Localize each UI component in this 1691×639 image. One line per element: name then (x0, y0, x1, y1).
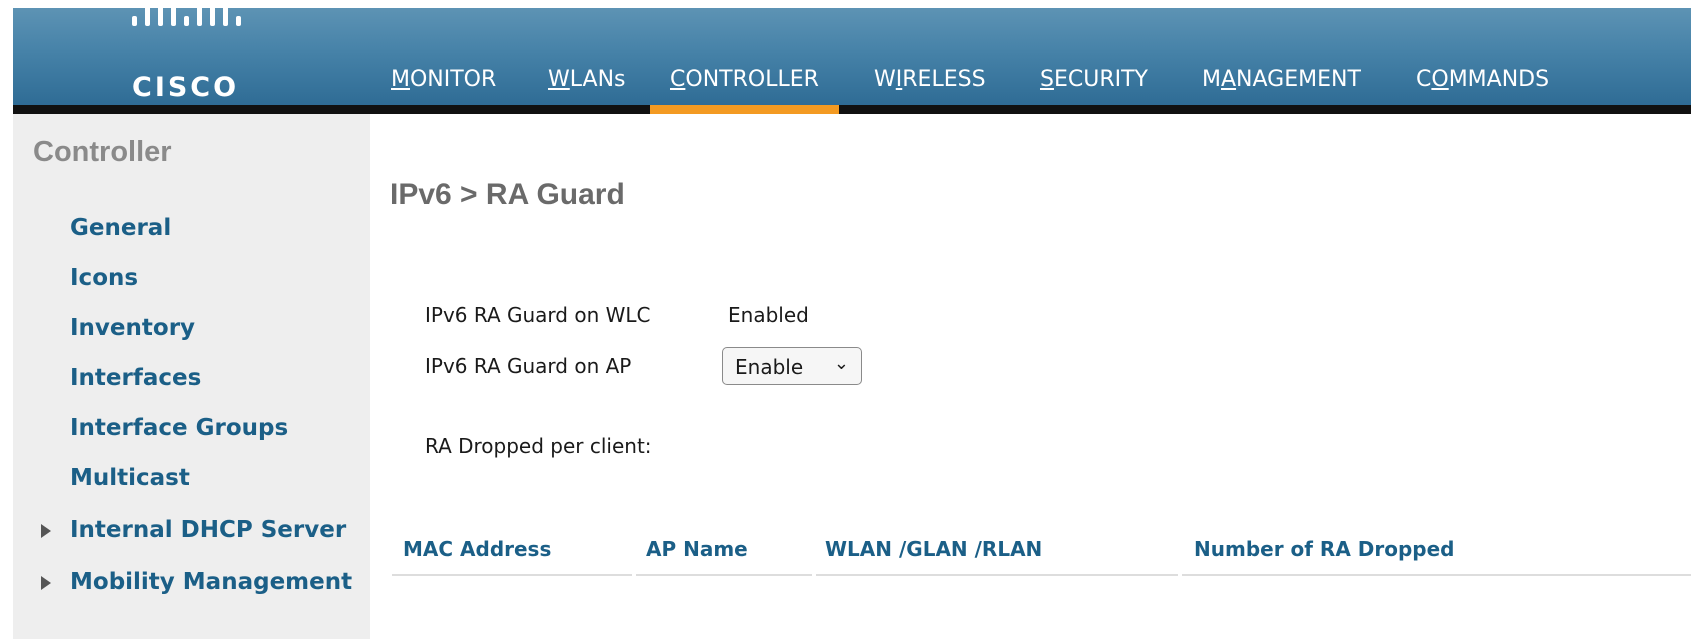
wlc-guard-label: IPv6 RA Guard on WLC (425, 303, 651, 327)
sidebar: Controller General Icons Inventory Inter… (13, 114, 370, 639)
frame-top (0, 0, 1691, 8)
wlc-guard-value: Enabled (728, 303, 809, 327)
column-ap-name[interactable]: AP Name (646, 537, 748, 561)
ap-guard-select[interactable]: Enable ⌄ (722, 347, 862, 385)
sidebar-item-internal-dhcp-server[interactable]: Internal DHCP Server (70, 516, 346, 544)
sidebar-item-multicast[interactable]: Multicast (70, 464, 190, 492)
page-title: IPv6 > RA Guard (390, 178, 625, 211)
chevron-down-icon: ⌄ (833, 353, 849, 374)
cisco-logo[interactable]: CISCO (118, 0, 278, 104)
ra-dropped-label: RA Dropped per client: (425, 434, 652, 458)
expand-arrow-icon[interactable] (41, 576, 51, 590)
nav-management[interactable]: MANAGEMENT (1202, 66, 1361, 106)
column-ra-dropped[interactable]: Number of RA Dropped (1194, 537, 1455, 561)
sidebar-title: Controller (33, 136, 172, 168)
sidebar-item-general[interactable]: General (70, 214, 171, 242)
column-divider (636, 574, 812, 576)
sidebar-item-icons[interactable]: Icons (70, 264, 138, 292)
ap-guard-select-value: Enable (735, 355, 804, 379)
header-divider (13, 105, 1691, 114)
expand-arrow-icon[interactable] (41, 524, 51, 538)
cisco-logo-text: CISCO (132, 72, 240, 103)
sidebar-item-inventory[interactable]: Inventory (70, 314, 195, 342)
nav-monitor[interactable]: MONITOR (391, 66, 496, 106)
sidebar-item-mobility-management[interactable]: Mobility Management (70, 568, 352, 596)
ap-guard-label: IPv6 RA Guard on AP (425, 354, 632, 378)
nav-wlans[interactable]: WLANs (548, 66, 626, 106)
column-mac-address[interactable]: MAC Address (403, 537, 551, 561)
column-divider (392, 574, 632, 576)
column-wlan-glan-rlan[interactable]: WLAN /GLAN /RLAN (825, 537, 1042, 561)
column-divider (816, 574, 1178, 576)
nav-commands[interactable]: COMMANDS (1416, 66, 1549, 106)
sidebar-item-interface-groups[interactable]: Interface Groups (70, 414, 288, 442)
nav-security[interactable]: SECURITY (1040, 66, 1148, 106)
nav-controller[interactable]: CONTROLLER (650, 66, 839, 114)
column-divider (1182, 574, 1691, 576)
main-content: IPv6 > RA Guard IPv6 RA Guard on WLC Ena… (370, 114, 1691, 639)
sidebar-item-interfaces[interactable]: Interfaces (70, 364, 201, 392)
nav-wireless[interactable]: WIRELESS (874, 66, 986, 106)
